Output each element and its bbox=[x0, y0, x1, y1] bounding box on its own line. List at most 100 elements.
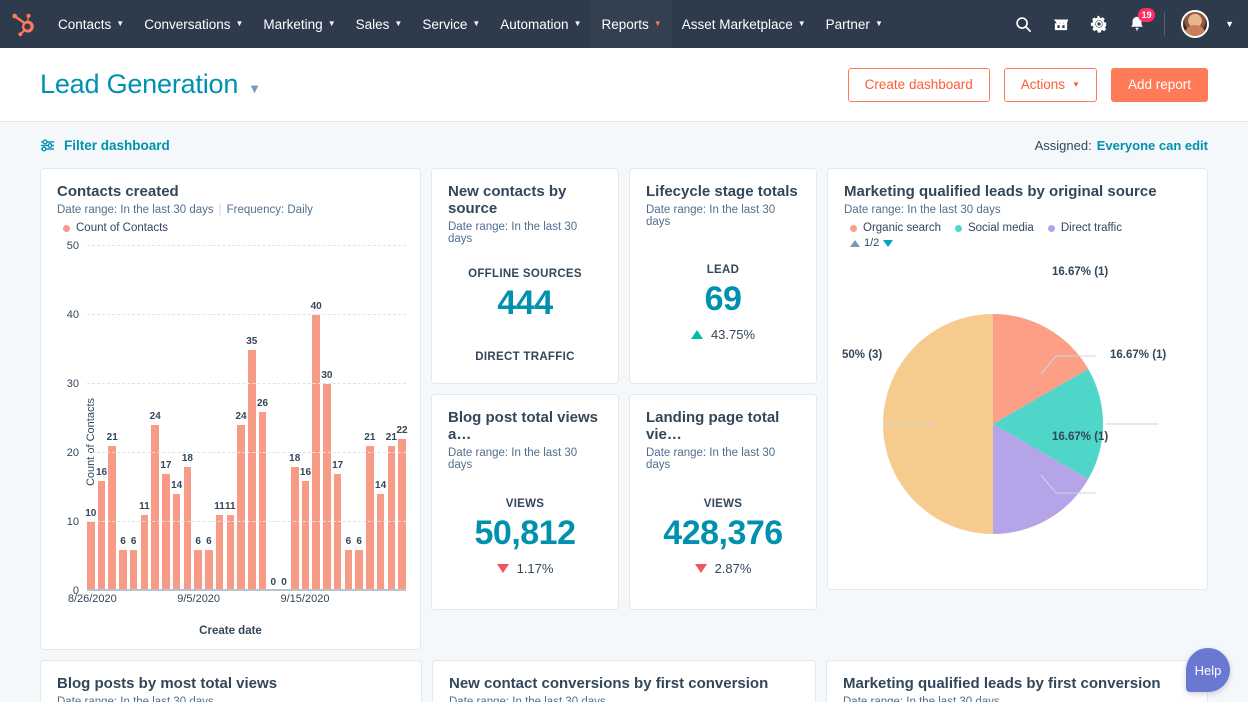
bar-column[interactable]: 18 bbox=[184, 246, 192, 591]
stat-card-row-bottom: Blog post total views a… Date range: In … bbox=[431, 394, 817, 610]
actions-dropdown-button[interactable]: Actions▼ bbox=[1004, 68, 1097, 102]
search-icon[interactable] bbox=[1012, 13, 1034, 35]
bar-column[interactable]: 6 bbox=[130, 246, 138, 591]
nav-item-asset-marketplace[interactable]: Asset Marketplace▼ bbox=[672, 0, 816, 48]
bar-column[interactable]: 0 bbox=[269, 246, 277, 591]
nav-item-conversations[interactable]: Conversations▼ bbox=[134, 0, 253, 48]
nav-item-automation[interactable]: Automation▼ bbox=[490, 0, 591, 48]
nav-item-marketing[interactable]: Marketing▼ bbox=[253, 0, 345, 48]
bar-column[interactable]: 11 bbox=[216, 246, 224, 591]
actions-chevron-down-icon: ▼ bbox=[1072, 80, 1080, 89]
dashboard-title-selector[interactable]: Lead Generation▼ bbox=[40, 69, 261, 100]
card-mql-by-original-source[interactable]: Marketing qualified leads by original so… bbox=[827, 168, 1208, 590]
create-dashboard-button[interactable]: Create dashboard bbox=[848, 68, 990, 102]
bar-column[interactable]: 35 bbox=[248, 246, 256, 591]
card-title: Lifecycle stage totals bbox=[630, 169, 816, 200]
card-blog-post-total-views[interactable]: Blog post total views a… Date range: In … bbox=[431, 394, 619, 610]
bar-column[interactable]: 21 bbox=[388, 246, 396, 591]
nav-item-label: Sales bbox=[356, 17, 390, 32]
gridline: 10 bbox=[87, 521, 406, 522]
pie-chart[interactable]: 16.67% (1) 16.67% (1) 16.67% (1) 50% (3) bbox=[828, 249, 1207, 589]
dashboard-chevron-down-icon[interactable]: ▼ bbox=[248, 81, 261, 96]
bar-column[interactable]: 21 bbox=[366, 246, 374, 591]
card-lifecycle-stage-totals[interactable]: Lifecycle stage totals Date range: In th… bbox=[629, 168, 817, 384]
bar-column[interactable]: 10 bbox=[87, 246, 95, 591]
hubspot-logo[interactable] bbox=[0, 0, 48, 48]
bar-chart[interactable]: Count of Contacts 1016216611241714186611… bbox=[41, 234, 420, 649]
bar bbox=[398, 439, 406, 591]
y-axis-tick: 10 bbox=[67, 516, 79, 528]
legend-page-down-icon[interactable] bbox=[883, 240, 893, 247]
card-contacts-created[interactable]: Contacts created Date range: In the last… bbox=[40, 168, 421, 650]
bar-value-label: 17 bbox=[160, 460, 171, 471]
legend-item-count-of-contacts[interactable]: Count of Contacts bbox=[63, 222, 168, 234]
card-new-contact-conversions[interactable]: New contact conversions by first convers… bbox=[432, 660, 816, 702]
legend-item-organic-search[interactable]: Organic search bbox=[850, 222, 941, 234]
filter-icon[interactable] bbox=[40, 139, 55, 152]
x-axis-label: Create date bbox=[41, 625, 420, 637]
primary-nav-items: Contacts▼Conversations▼Marketing▼Sales▼S… bbox=[48, 0, 893, 48]
stat-body: VIEWS 428,376 2.87% bbox=[630, 471, 816, 609]
bar-column[interactable]: 6 bbox=[194, 246, 202, 591]
filter-dashboard-link[interactable]: Filter dashboard bbox=[64, 138, 170, 153]
bar-column[interactable]: 11 bbox=[141, 246, 149, 591]
add-report-button[interactable]: Add report bbox=[1111, 68, 1208, 102]
card-landing-page-total-views[interactable]: Landing page total vie… Date range: In t… bbox=[629, 394, 817, 610]
help-button[interactable]: Help bbox=[1186, 648, 1230, 692]
bar bbox=[312, 315, 320, 591]
nav-item-sales[interactable]: Sales▼ bbox=[346, 0, 413, 48]
bar-column[interactable]: 14 bbox=[377, 246, 385, 591]
nav-item-contacts[interactable]: Contacts▼ bbox=[48, 0, 134, 48]
bar-column[interactable]: 17 bbox=[334, 246, 342, 591]
card-new-contacts-by-source[interactable]: New contacts by source Date range: In th… bbox=[431, 168, 619, 384]
nav-item-partner[interactable]: Partner▼ bbox=[816, 0, 893, 48]
stat-card-row-top: New contacts by source Date range: In th… bbox=[431, 168, 817, 384]
bar bbox=[334, 474, 342, 591]
legend-label: Social media bbox=[968, 222, 1034, 234]
bar-column[interactable]: 6 bbox=[345, 246, 353, 591]
bar-column[interactable]: 17 bbox=[162, 246, 170, 591]
bar-column[interactable]: 14 bbox=[173, 246, 181, 591]
card-date-range: Date range: In the last 30 days bbox=[432, 443, 618, 471]
bar-value-label: 6 bbox=[206, 536, 212, 547]
nav-item-reports[interactable]: Reports▼ bbox=[591, 0, 671, 48]
bar-column[interactable]: 11 bbox=[227, 246, 235, 591]
legend-item-direct-traffic[interactable]: Direct traffic bbox=[1048, 222, 1122, 234]
nav-item-service[interactable]: Service▼ bbox=[412, 0, 490, 48]
bar-column[interactable]: 22 bbox=[398, 246, 406, 591]
bar-column[interactable]: 18 bbox=[291, 246, 299, 591]
bar-column[interactable]: 24 bbox=[151, 246, 159, 591]
bar-column[interactable]: 30 bbox=[323, 246, 331, 591]
card-title: Landing page total vie… bbox=[630, 395, 816, 443]
nav-item-label: Contacts bbox=[58, 17, 111, 32]
notifications-bell-icon[interactable]: 19 bbox=[1126, 13, 1148, 35]
user-avatar[interactable] bbox=[1181, 10, 1209, 38]
legend-color-dot bbox=[850, 225, 857, 232]
bar-column[interactable]: 6 bbox=[205, 246, 213, 591]
marketplace-icon[interactable] bbox=[1050, 13, 1072, 35]
legend-page-up-icon[interactable] bbox=[850, 240, 860, 247]
card-mql-by-first-conversion[interactable]: Marketing qualified leads by first conve… bbox=[826, 660, 1208, 702]
gridline: 20 bbox=[87, 452, 406, 453]
assigned-permission-link[interactable]: Everyone can edit bbox=[1097, 138, 1208, 153]
bar-column[interactable]: 6 bbox=[119, 246, 127, 591]
bar-value-label: 40 bbox=[311, 301, 322, 312]
settings-gear-icon[interactable] bbox=[1088, 13, 1110, 35]
bar bbox=[98, 481, 106, 591]
pie-legend: Organic search Social media Direct traffic bbox=[828, 216, 1207, 234]
bar-column[interactable]: 6 bbox=[355, 246, 363, 591]
bar-column[interactable]: 16 bbox=[98, 246, 106, 591]
stat-delta: 2.87% bbox=[695, 561, 752, 576]
bar-column[interactable]: 40 bbox=[312, 246, 320, 591]
account-menu-chevron-down-icon[interactable]: ▼ bbox=[1225, 19, 1234, 29]
stat-value: 428,376 bbox=[663, 514, 782, 553]
bar-column[interactable]: 0 bbox=[280, 246, 288, 591]
bottom-report-row: Blog posts by most total views Date rang… bbox=[40, 660, 1208, 702]
bar-column[interactable]: 16 bbox=[302, 246, 310, 591]
bar-column[interactable]: 21 bbox=[108, 246, 116, 591]
bar-column[interactable]: 26 bbox=[259, 246, 267, 591]
legend-item-social-media[interactable]: Social media bbox=[955, 222, 1034, 234]
nav-item-label: Marketing bbox=[263, 17, 322, 32]
bar-column[interactable]: 24 bbox=[237, 246, 245, 591]
card-blog-posts-by-most-total-views[interactable]: Blog posts by most total views Date rang… bbox=[40, 660, 422, 702]
